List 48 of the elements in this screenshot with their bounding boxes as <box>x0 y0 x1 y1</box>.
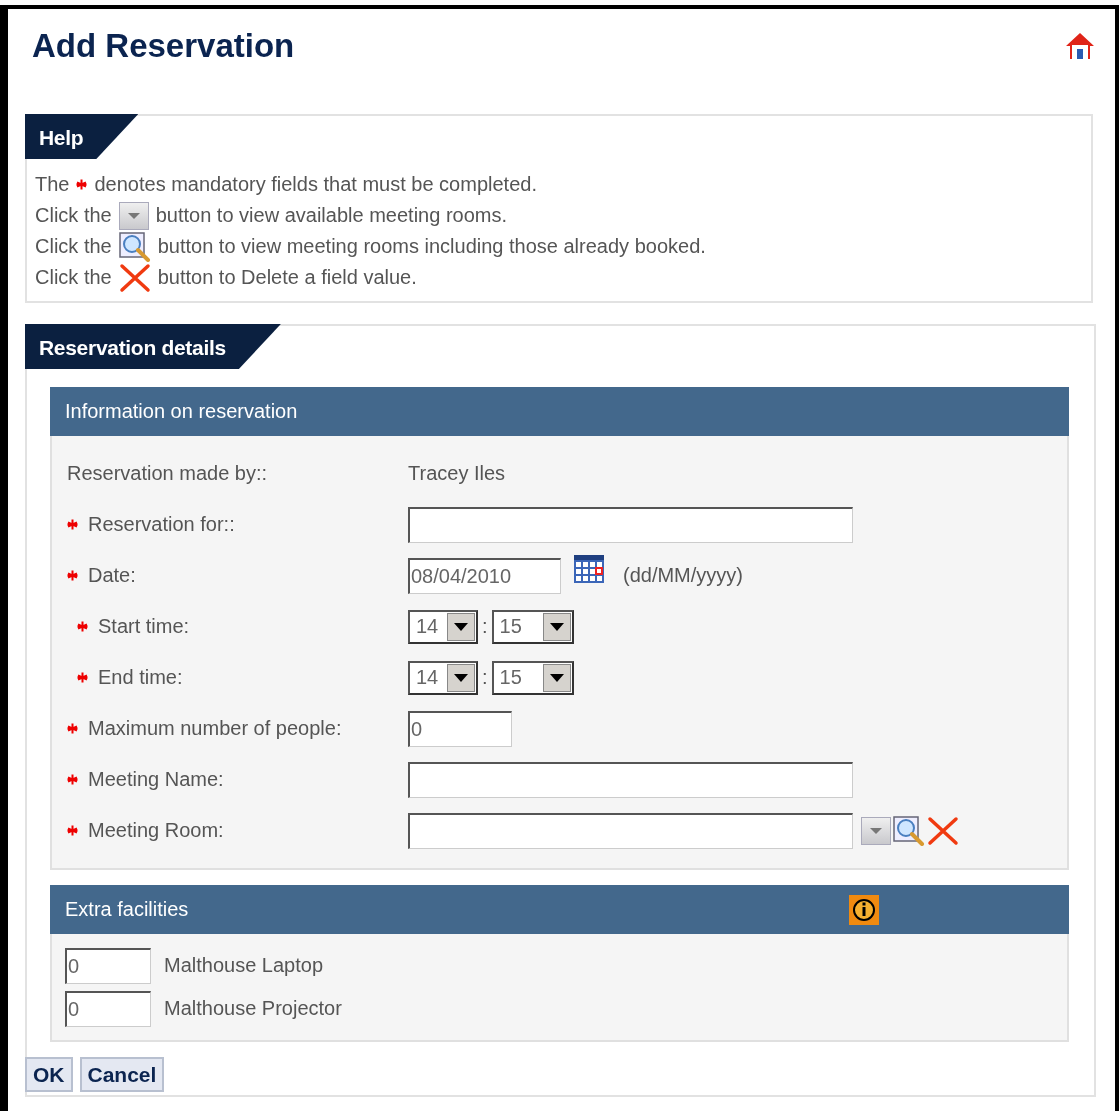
panel-title: Information on reservation <box>65 400 298 423</box>
help-text: The <box>35 173 70 196</box>
date-format-hint: (dd/MM/yyyy) <box>623 564 743 587</box>
text-field[interactable] <box>408 506 853 543</box>
minute-select[interactable]: 15 <box>491 609 574 644</box>
dropdown-button-icon <box>118 201 149 230</box>
field-label: Start time: <box>98 615 190 638</box>
help-text: button to view available meeting rooms. <box>155 204 507 227</box>
time-separator: : <box>482 615 488 638</box>
field-label: Date: <box>88 564 136 587</box>
facility-label: Malthouse Laptop <box>164 954 323 977</box>
action-button[interactable]: Cancel <box>79 1057 165 1092</box>
calendar-icon[interactable] <box>573 553 605 584</box>
dropdown-button-icon[interactable] <box>861 816 891 845</box>
field-label: Meeting Room: <box>88 819 224 842</box>
delete-x-icon <box>118 262 151 293</box>
search-icon[interactable] <box>893 815 925 846</box>
hour-select[interactable]: 14 <box>408 660 478 695</box>
date-field[interactable]: 08/04/2010 <box>408 557 561 594</box>
help-text: Click the <box>35 235 112 258</box>
required-star-icon <box>76 179 88 190</box>
help-text: denotes mandatory fields that must be completed. <box>94 173 537 196</box>
page-title: Add Reservation <box>32 27 295 65</box>
help-text: Click the <box>35 204 112 227</box>
hour-select[interactable]: 14 <box>408 609 478 644</box>
field-value: Tracey Iles <box>408 462 506 485</box>
help-text: Click the <box>35 266 112 289</box>
text-field[interactable] <box>408 812 853 849</box>
number-field[interactable]: 0 <box>408 710 512 747</box>
info-icon[interactable] <box>849 894 879 925</box>
field-label: End time: <box>98 666 183 689</box>
home-icon[interactable] <box>1065 31 1095 61</box>
quantity-field[interactable]: 0 <box>65 990 151 1027</box>
field-label: Reservation made by:: <box>67 462 268 485</box>
panel-title: Extra facilities <box>65 898 189 921</box>
help-text: button to view meeting rooms including those already booked. <box>157 235 706 258</box>
delete-x-icon[interactable] <box>927 815 959 846</box>
minute-select[interactable]: 15 <box>491 660 574 695</box>
time-separator: : <box>482 666 488 689</box>
field-label: Maximum number of people: <box>88 717 342 740</box>
search-icon <box>118 231 151 262</box>
text-field[interactable] <box>408 761 853 798</box>
field-label: Meeting Name: <box>88 768 224 791</box>
action-button[interactable]: OK <box>25 1057 73 1092</box>
help-text: button to Delete a field value. <box>157 266 417 289</box>
field-label: Reservation for:: <box>88 513 235 536</box>
facility-label: Malthouse Projector <box>164 997 342 1020</box>
quantity-field[interactable]: 0 <box>65 947 151 984</box>
